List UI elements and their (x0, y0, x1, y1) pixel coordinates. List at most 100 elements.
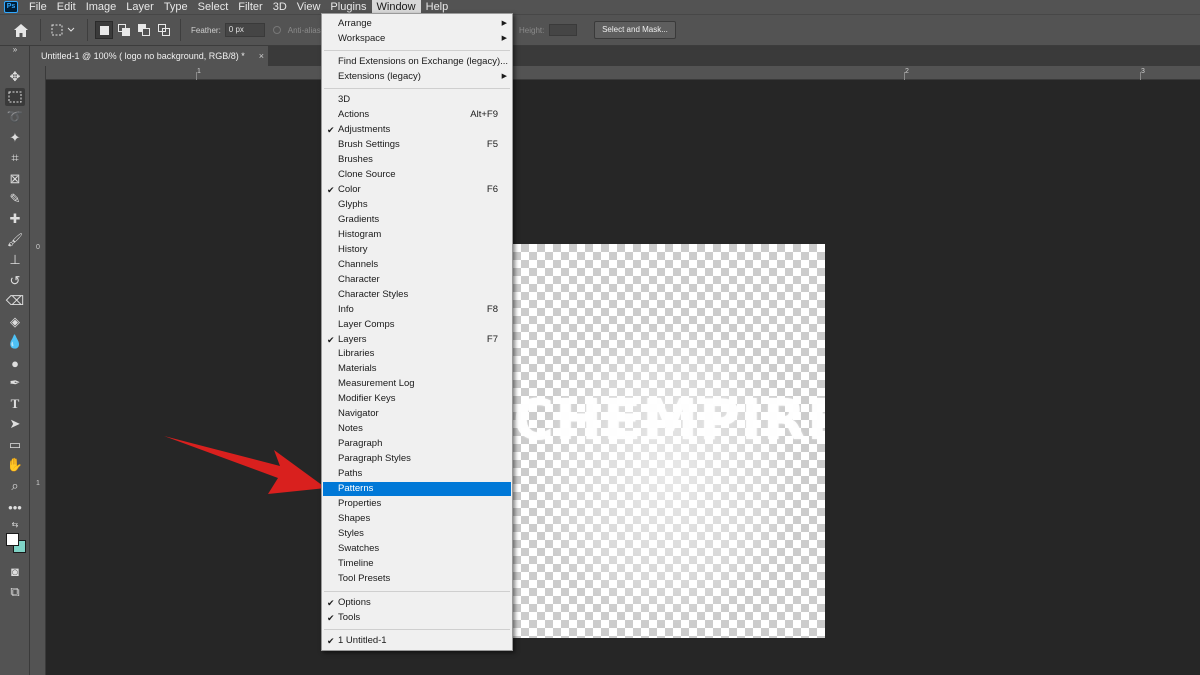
menu-item-shortcut: F7 (486, 333, 498, 345)
menu-item-styles[interactable]: Styles (323, 527, 511, 541)
divider (40, 19, 41, 41)
horizontal-ruler: 1 2 3 (46, 66, 1200, 80)
menu-item-properties[interactable]: Properties (323, 497, 511, 511)
menu-edit[interactable]: Edit (52, 0, 81, 14)
menu-item-measurement-log[interactable]: Measurement Log (323, 377, 511, 391)
menu-item-libraries[interactable]: Libraries (323, 347, 511, 361)
menu-item-options[interactable]: ✔ Options (323, 596, 511, 610)
paint-bucket-icon[interactable]: ◈ (5, 313, 25, 331)
menu-item-label: Info (338, 303, 354, 315)
menu-window[interactable]: Window (371, 0, 421, 14)
menu-item-paragraph-styles[interactable]: Paragraph Styles (323, 452, 511, 466)
marquee-preset-icon[interactable] (49, 19, 79, 41)
menu-item-histogram[interactable]: Histogram (323, 228, 511, 242)
stamp-tool-icon[interactable]: ⊥ (5, 251, 25, 269)
menu-item-3d[interactable]: 3D (323, 93, 511, 107)
eraser-icon[interactable]: ⌫ (5, 292, 25, 310)
feather-input[interactable]: 0 px (224, 23, 265, 37)
document-tab-title: Untitled-1 @ 100% ( logo no background, … (41, 51, 245, 61)
document-tab[interactable]: Untitled-1 @ 100% ( logo no background, … (30, 46, 268, 66)
menu-item-adjustments[interactable]: ✔ Adjustments (323, 123, 511, 137)
healing-brush-icon[interactable]: ✚ (5, 210, 25, 228)
menu-filter[interactable]: Filter (233, 0, 267, 14)
menu-file[interactable]: File (24, 0, 52, 14)
menu-item-character-styles[interactable]: Character Styles (323, 288, 511, 302)
menu-item-layers[interactable]: ✔ Layers F7 (323, 333, 511, 347)
screen-mode-icon[interactable]: ⧉ (5, 583, 25, 601)
more-tools-icon[interactable]: ••• (5, 498, 25, 516)
intersect-selection-button[interactable] (155, 21, 173, 39)
menu-item-tool-presets[interactable]: Tool Presets (323, 572, 511, 586)
menu-plugins[interactable]: Plugins (325, 0, 371, 14)
menu-item-paths[interactable]: Paths (323, 467, 511, 481)
move-tool-icon[interactable]: ✥ (5, 68, 25, 86)
menu-item-history[interactable]: History (323, 243, 511, 257)
select-and-mask-button[interactable]: Select and Mask... (594, 21, 676, 39)
path-selection-icon[interactable]: ➤ (5, 415, 25, 433)
menu-image[interactable]: Image (81, 0, 122, 14)
rectangle-tool-icon[interactable]: ▭ (5, 436, 25, 454)
frame-tool-icon[interactable]: ⊠ (5, 170, 25, 188)
menu-item-channels[interactable]: Channels (323, 258, 511, 272)
menu-layer[interactable]: Layer (121, 0, 159, 14)
menu-item-actions[interactable]: Actions Alt+F9 (323, 108, 511, 122)
menu-item-notes[interactable]: Notes (323, 422, 511, 436)
menu-item-navigator[interactable]: Navigator (323, 407, 511, 421)
menu-item-glyphs[interactable]: Glyphs (323, 198, 511, 212)
menu-item-patterns[interactable]: Patterns (323, 482, 511, 497)
dodge-tool-icon[interactable]: ● (5, 354, 25, 372)
marquee-tool-icon[interactable] (5, 88, 25, 106)
menu-item-document-untitled[interactable]: ✔ 1 Untitled-1 (323, 634, 511, 648)
home-icon[interactable] (10, 19, 32, 41)
menu-item-color[interactable]: ✔ Color F6 (323, 183, 511, 197)
lasso-tool-icon[interactable]: ➰ (5, 108, 25, 126)
menu-item-materials[interactable]: Materials (323, 362, 511, 376)
eyedropper-icon[interactable]: ✎ (5, 190, 25, 208)
menu-view[interactable]: View (292, 0, 326, 14)
menu-item-layer-comps[interactable]: Layer Comps (323, 318, 511, 332)
collapse-icon[interactable]: » (5, 44, 25, 54)
menu-item-clone-source[interactable]: Clone Source (323, 168, 511, 182)
menu-item-tools[interactable]: ✔ Tools (323, 611, 511, 625)
menu-item-shapes[interactable]: Shapes (323, 512, 511, 526)
menu-help[interactable]: Help (421, 0, 454, 14)
menu-item-modifier-keys[interactable]: Modifier Keys (323, 392, 511, 406)
menu-item-label: Modifier Keys (338, 393, 396, 405)
magic-wand-icon[interactable]: ✦ (5, 129, 25, 147)
menu-item-timeline[interactable]: Timeline (323, 557, 511, 571)
zoom-tool-icon[interactable]: ⌕ (5, 477, 25, 495)
menu-item-gradients[interactable]: Gradients (323, 213, 511, 227)
close-icon[interactable]: × (259, 46, 264, 66)
pen-tool-icon[interactable]: ✒ (5, 374, 25, 392)
menu-item-find-extensions[interactable]: Find Extensions on Exchange (legacy)... (323, 55, 511, 69)
crop-tool-icon[interactable]: ⌗ (5, 149, 25, 167)
quick-mask-icon[interactable]: ◙ (5, 562, 25, 580)
menu-item-character[interactable]: Character (323, 273, 511, 287)
height-input[interactable] (549, 24, 577, 36)
menu-select[interactable]: Select (193, 0, 234, 14)
menu-item-workspace[interactable]: Workspace ▶ (323, 32, 511, 46)
menu-item-info[interactable]: Info F8 (323, 303, 511, 317)
brush-tool-icon[interactable]: 🖌 (5, 231, 25, 249)
menu-item-extensions[interactable]: Extensions (legacy) ▶ (323, 70, 511, 84)
check-icon: ✔ (327, 598, 335, 608)
history-brush-icon[interactable]: ↺ (5, 272, 25, 290)
type-tool-icon[interactable]: T (5, 395, 25, 413)
menu-3d[interactable]: 3D (268, 0, 292, 14)
menu-item-swatches[interactable]: Swatches (323, 542, 511, 556)
foreground-color-swatch[interactable] (6, 533, 19, 546)
ruler-label: 1 (197, 68, 201, 75)
hand-tool-icon[interactable]: ✋ (5, 456, 25, 474)
menu-item-brushes[interactable]: Brushes (323, 153, 511, 167)
swap-colors-icon[interactable]: ⇆ (5, 519, 25, 529)
antialias-checkbox[interactable] (272, 26, 281, 34)
menu-item-paragraph[interactable]: Paragraph (323, 437, 511, 451)
subtract-selection-button[interactable] (135, 21, 153, 39)
document-canvas[interactable]: CHEMPIRE (513, 244, 825, 638)
blur-tool-icon[interactable]: 💧 (5, 333, 25, 351)
add-selection-button[interactable] (115, 21, 133, 39)
menu-item-arrange[interactable]: Arrange ▶ (323, 17, 511, 31)
menu-item-brush-settings[interactable]: Brush Settings F5 (323, 138, 511, 152)
menu-type[interactable]: Type (159, 0, 193, 14)
new-selection-button[interactable] (95, 21, 113, 39)
